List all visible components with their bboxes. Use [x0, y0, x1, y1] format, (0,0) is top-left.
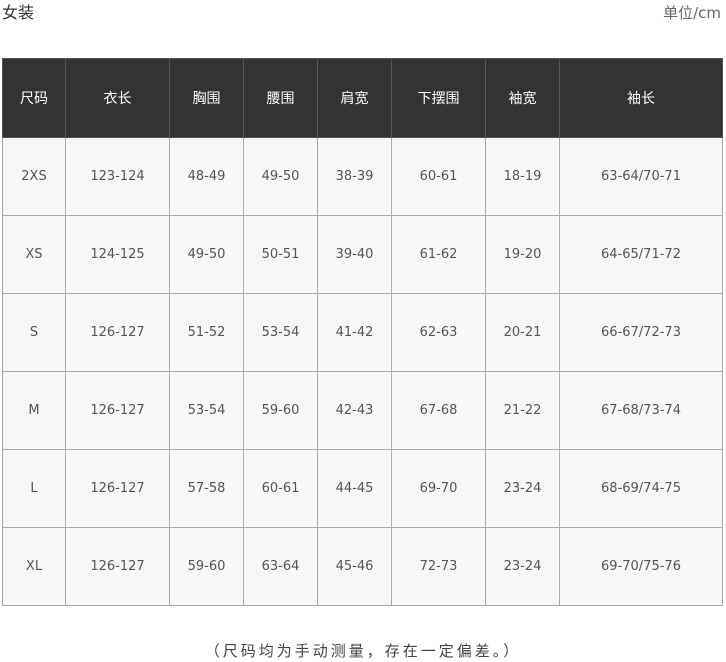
table-cell: XS	[2, 215, 66, 294]
table-cell: 60-61	[243, 449, 318, 528]
table-cell: 45-46	[317, 527, 392, 606]
unit-label: 单位/cm	[663, 4, 721, 22]
table-cell: 126-127	[65, 527, 170, 606]
table-cell: 126-127	[65, 371, 170, 450]
table-row: XS 124-125 49-50 50-51 39-40 61-62 19-20…	[2, 215, 723, 294]
table-cell: S	[2, 293, 66, 372]
header-sleeve-length: 袖长	[559, 58, 723, 138]
table-cell: 66-67/72-73	[559, 293, 723, 372]
table-cell: 53-54	[243, 293, 318, 372]
table-cell: 42-43	[317, 371, 392, 450]
table-cell: 19-20	[485, 215, 560, 294]
table-cell: 67-68	[391, 371, 486, 450]
table-row: S 126-127 51-52 53-54 41-42 62-63 20-21 …	[2, 293, 723, 372]
table-cell: 61-62	[391, 215, 486, 294]
table-cell: 64-65/71-72	[559, 215, 723, 294]
table-cell: 53-54	[169, 371, 244, 450]
table-cell: 49-50	[243, 137, 318, 216]
table-cell: 69-70	[391, 449, 486, 528]
header-bust: 胸围	[169, 58, 244, 138]
table-cell: 124-125	[65, 215, 170, 294]
header-length: 衣长	[65, 58, 170, 138]
table-cell: 126-127	[65, 449, 170, 528]
table-cell: 59-60	[243, 371, 318, 450]
table-cell: 44-45	[317, 449, 392, 528]
table-cell: 69-70/75-76	[559, 527, 723, 606]
header-sleeve-width: 袖宽	[485, 58, 560, 138]
table-cell: 23-24	[485, 449, 560, 528]
table-cell: 41-42	[317, 293, 392, 372]
table-cell: M	[2, 371, 66, 450]
table-cell: 48-49	[169, 137, 244, 216]
table-cell: 49-50	[169, 215, 244, 294]
table-row: M 126-127 53-54 59-60 42-43 67-68 21-22 …	[2, 371, 723, 450]
table-cell: 20-21	[485, 293, 560, 372]
table-cell: 18-19	[485, 137, 560, 216]
table-cell: 21-22	[485, 371, 560, 450]
table-cell: 2XS	[2, 137, 66, 216]
table-cell: 67-68/73-74	[559, 371, 723, 450]
table-cell: 59-60	[169, 527, 244, 606]
table-cell: 23-24	[485, 527, 560, 606]
table-cell: 126-127	[65, 293, 170, 372]
measurement-note: （尺码均为手动测量，存在一定偏差。）	[204, 642, 522, 660]
table-header-row: 尺码 衣长 胸围 腰围 肩宽 下摆围 袖宽 袖长	[2, 58, 723, 138]
table-cell: 123-124	[65, 137, 170, 216]
header-size: 尺码	[2, 58, 66, 138]
table-cell: L	[2, 449, 66, 528]
table-cell: 51-52	[169, 293, 244, 372]
table-cell: 39-40	[317, 215, 392, 294]
table-row: 2XS 123-124 48-49 49-50 38-39 60-61 18-1…	[2, 137, 723, 216]
table-cell: 63-64	[243, 527, 318, 606]
table-cell: 63-64/70-71	[559, 137, 723, 216]
table-cell: 38-39	[317, 137, 392, 216]
table-row: L 126-127 57-58 60-61 44-45 69-70 23-24 …	[2, 449, 723, 528]
header-waist: 腰围	[243, 58, 318, 138]
header-shoulder: 肩宽	[317, 58, 392, 138]
table-cell: 60-61	[391, 137, 486, 216]
page-title: 女装	[2, 3, 35, 22]
table-cell: 72-73	[391, 527, 486, 606]
header-hem: 下摆围	[391, 58, 486, 138]
size-table: 尺码 衣长 胸围 腰围 肩宽 下摆围 袖宽 袖长 2XS 123-124 48-…	[2, 58, 723, 606]
table-cell: 62-63	[391, 293, 486, 372]
table-cell: 68-69/74-75	[559, 449, 723, 528]
table-cell: XL	[2, 527, 66, 606]
table-row: XL 126-127 59-60 63-64 45-46 72-73 23-24…	[2, 527, 723, 606]
table-cell: 57-58	[169, 449, 244, 528]
table-cell: 50-51	[243, 215, 318, 294]
